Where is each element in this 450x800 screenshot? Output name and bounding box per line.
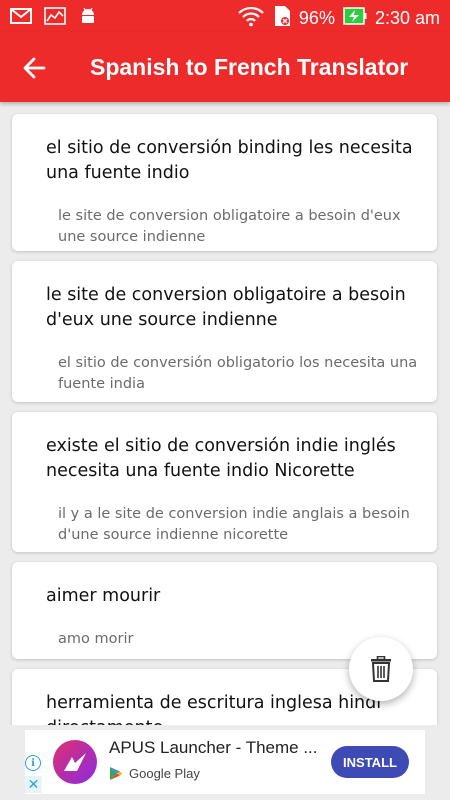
ad-store-label: Google Play xyxy=(129,766,200,781)
battery-charging-icon xyxy=(343,6,367,31)
ad-close-icon[interactable]: ✕ xyxy=(25,776,42,793)
trash-icon xyxy=(371,656,391,682)
translated-text: el sitio de conversión obligatorio los n… xyxy=(58,355,418,392)
android-icon xyxy=(78,6,98,30)
source-text: aimer mourir xyxy=(46,586,161,606)
wifi-icon xyxy=(237,5,265,32)
history-card[interactable]: el sitio de conversión binding les neces… xyxy=(12,114,437,251)
page-title: Spanish to French Translator xyxy=(90,54,409,80)
source-text: el sitio de conversión binding les neces… xyxy=(46,138,413,183)
status-icons-right: 96% 2:30 am xyxy=(237,5,440,32)
source-text: existe el sitio de conversión indie ingl… xyxy=(46,436,396,481)
arrow-left-icon xyxy=(23,57,46,79)
apus-app-icon xyxy=(53,740,97,784)
battery-percent: 96% xyxy=(298,8,335,28)
translated-text: il y a le site de conversion indie angla… xyxy=(58,506,410,543)
ad-banner[interactable]: i ✕ APUS Launcher - Theme ... Google Pla… xyxy=(25,730,425,794)
status-icons-left xyxy=(10,6,98,30)
ad-store: Google Play xyxy=(109,766,200,781)
source-text: le site de conversion obligatoire a beso… xyxy=(46,285,406,330)
history-card[interactable]: existe el sitio de conversión indie ingl… xyxy=(12,412,437,552)
no-sim-icon xyxy=(273,5,291,32)
ad-title: APUS Launcher - Theme ... xyxy=(109,738,318,757)
history-card[interactable]: le site de conversion obligatoire a beso… xyxy=(12,261,437,402)
status-time: 2:30 am xyxy=(374,8,440,28)
back-button[interactable] xyxy=(18,52,50,84)
app-bar: Spanish to French Translator xyxy=(0,32,450,102)
translation-history-list[interactable]: el sitio de conversión binding les neces… xyxy=(0,102,450,725)
translated-text: le site de conversion obligatoire a beso… xyxy=(58,208,401,245)
ad-info-icon[interactable]: i xyxy=(25,755,41,771)
gmail-icon xyxy=(10,7,32,29)
chart-icon xyxy=(44,7,66,29)
status-bar: 96% 2:30 am xyxy=(0,0,450,32)
google-play-icon xyxy=(110,767,123,780)
delete-history-button[interactable] xyxy=(349,637,413,701)
install-button[interactable]: INSTALL xyxy=(331,746,409,778)
